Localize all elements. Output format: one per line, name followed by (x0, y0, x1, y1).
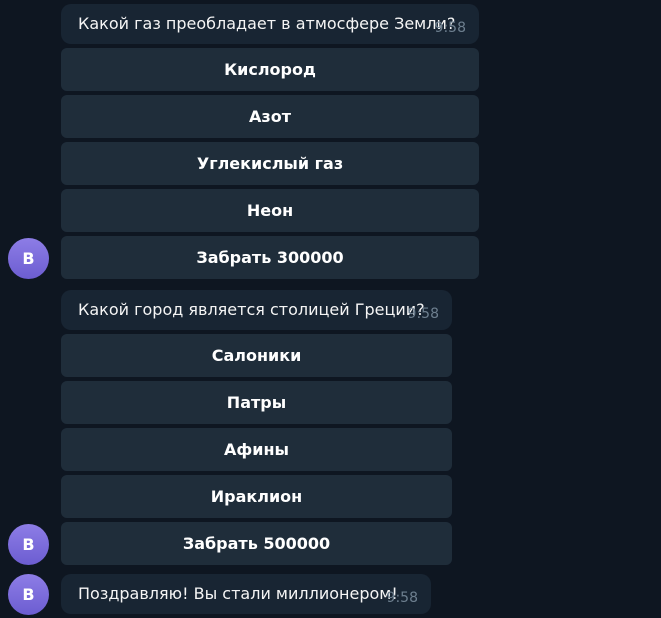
answer-button[interactable]: Патры (61, 381, 452, 424)
answer-button[interactable]: Ираклион (61, 475, 452, 518)
chat-history: Какой газ преобладает в атмосфере Земли?… (0, 0, 661, 618)
answer-button[interactable]: Азот (61, 95, 479, 138)
take-money-button[interactable]: Забрать 500000 (61, 522, 452, 565)
message-text: Какой город является столицей Греции? (78, 300, 425, 319)
message-time: 9:58 (407, 306, 439, 322)
message-group: Поздравляю! Вы стали миллионером! 9:58 (61, 574, 431, 614)
answer-button[interactable]: Кислород (61, 48, 479, 91)
avatar[interactable]: B (8, 574, 49, 615)
answer-button[interactable]: Углекислый газ (61, 142, 479, 185)
answer-button[interactable]: Неон (61, 189, 479, 232)
message-bubble: Какой город является столицей Греции? 9:… (61, 290, 452, 330)
message-text: Поздравляю! Вы стали миллионером! (78, 584, 398, 603)
message-time: 9:58 (386, 590, 418, 606)
message-group: Какой газ преобладает в атмосфере Земли?… (61, 4, 479, 279)
message-group: Какой город является столицей Греции? 9:… (61, 290, 452, 565)
answer-button[interactable]: Афины (61, 428, 452, 471)
message-text: Какой газ преобладает в атмосфере Земли? (78, 14, 456, 33)
avatar[interactable]: B (8, 238, 49, 279)
message-time: 9:58 (434, 20, 466, 36)
message-bubble: Поздравляю! Вы стали миллионером! 9:58 (61, 574, 431, 614)
message-bubble: Какой газ преобладает в атмосфере Земли?… (61, 4, 479, 44)
answer-button[interactable]: Салоники (61, 334, 452, 377)
avatar[interactable]: B (8, 524, 49, 565)
take-money-button[interactable]: Забрать 300000 (61, 236, 479, 279)
